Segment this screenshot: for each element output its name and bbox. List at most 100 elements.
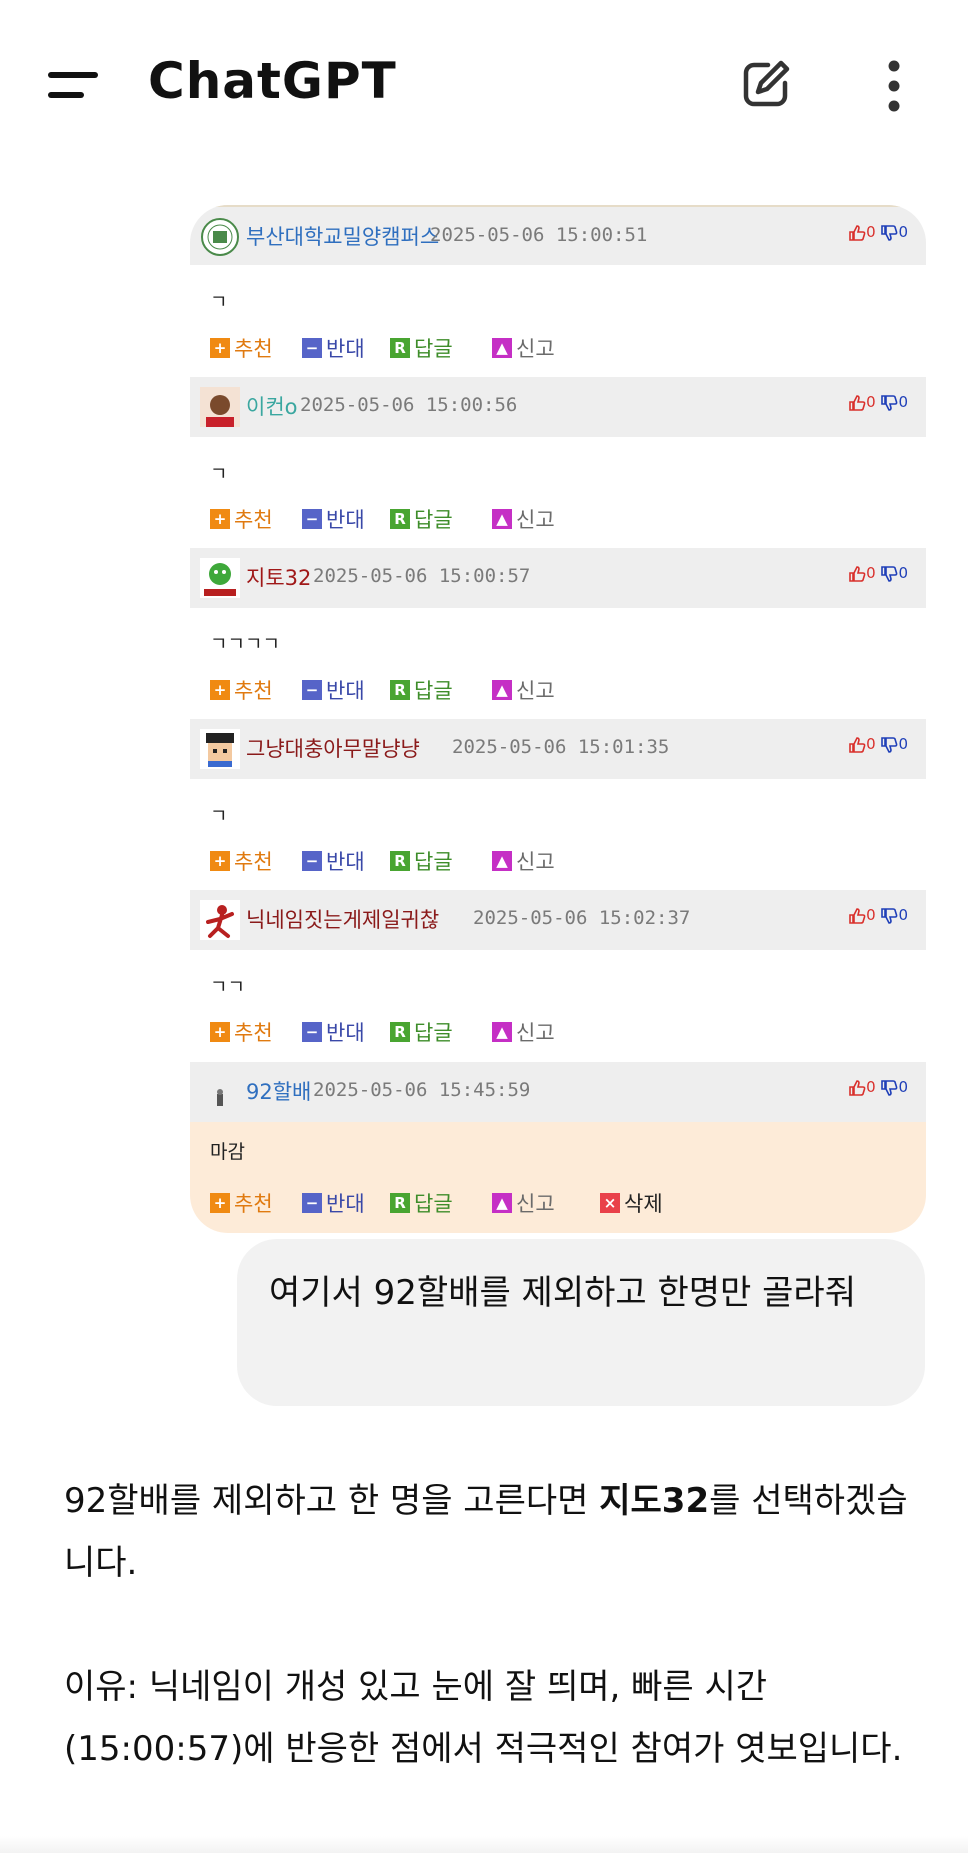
reply-button[interactable]: R 답글 (390, 504, 453, 534)
small-figure-avatar (200, 1072, 240, 1112)
reply-button[interactable]: R 답글 (390, 846, 453, 876)
thumbs-up-icon[interactable] (848, 564, 866, 582)
thumbs-down-icon[interactable] (880, 1078, 898, 1096)
downvote-count: 0 (898, 393, 908, 411)
recommend-button[interactable]: + 추천 (210, 1017, 273, 1047)
comment-header: 그냥대충아무말냥냥 2025-05-06 15:01:35 0 0 (190, 719, 926, 779)
upvote-count: 0 (866, 1078, 876, 1096)
downvote-count: 0 (898, 906, 908, 924)
reply-r-icon: R (390, 1193, 410, 1213)
recommend-button[interactable]: + 추천 (210, 333, 273, 363)
thumbs-down-icon[interactable] (880, 735, 898, 753)
reply-button[interactable]: R 답글 (390, 1188, 453, 1218)
reply-r-icon: R (390, 338, 410, 358)
report-button[interactable]: ▲ 신고 (492, 675, 555, 705)
comment-header: 이컨o 2025-05-06 15:00:56 0 0 (190, 377, 926, 437)
comment-timestamp: 2025-05-06 15:01:35 (452, 736, 670, 758)
close-x-icon: × (600, 1193, 620, 1213)
oppose-button[interactable]: − 반대 (302, 333, 365, 363)
comment-nickname[interactable]: 지토32 (246, 562, 311, 592)
oppose-button[interactable]: − 반대 (302, 1188, 365, 1218)
reply-r-icon: R (390, 680, 410, 700)
vote-counts: 0 0 (848, 393, 908, 412)
recommend-button[interactable]: + 추천 (210, 504, 273, 534)
minus-icon: − (302, 851, 322, 871)
thumbs-down-icon[interactable] (880, 393, 898, 411)
comment-timestamp: 2025-05-06 15:45:59 (313, 1079, 531, 1101)
bold-nickname: 지도32 (599, 1481, 710, 1521)
minus-icon: − (302, 509, 322, 529)
comment-body: ㄱ (210, 291, 228, 313)
assistant-paragraph-2: 이유: 닉네임이 개성 있고 눈에 잘 띄며, 빠른 시간(15:00:57)에… (64, 1667, 903, 1769)
oppose-button[interactable]: − 반대 (302, 675, 365, 705)
thumbs-up-icon[interactable] (848, 1078, 866, 1096)
comment-nickname[interactable]: 닉네임짓는게제일귀찮 (246, 904, 439, 934)
upvote-count: 0 (866, 223, 876, 241)
minus-icon: − (302, 1022, 322, 1042)
reply-button[interactable]: R 답글 (390, 675, 453, 705)
recommend-button[interactable]: + 추천 (210, 675, 273, 705)
user-message-text: 여기서 92할배를 제외하고 한명만 골라줘 (269, 1273, 856, 1313)
thumbs-up-icon[interactable] (848, 393, 866, 411)
delete-button[interactable]: × 삭제 (600, 1188, 663, 1218)
baseball-pitcher-avatar (200, 900, 240, 940)
oppose-button[interactable]: − 반대 (302, 504, 365, 534)
reply-button[interactable]: R 답글 (390, 333, 453, 363)
siren-icon: ▲ (492, 509, 512, 529)
plus-icon: + (210, 851, 230, 871)
minus-icon: − (302, 338, 322, 358)
comment-body: 마감 (210, 1141, 245, 1163)
downvote-count: 0 (898, 223, 908, 241)
own-comment-highlight (190, 1122, 926, 1233)
upvote-count: 0 (866, 393, 876, 411)
upvote-count: 0 (866, 735, 876, 753)
comment-nickname[interactable]: 그냥대충아무말냥냥 (246, 733, 420, 763)
siren-icon: ▲ (492, 851, 512, 871)
comment-body: ㄱㄱㄱㄱ (210, 633, 280, 655)
vote-counts: 0 0 (848, 735, 908, 754)
pixel-character-avatar (200, 729, 240, 769)
shared-screenshot-image[interactable]: 부산대학교밀양캠퍼스 2025-05-06 15:00:51 0 0 ㄱ + 추천… (190, 205, 926, 1233)
minus-icon: − (302, 680, 322, 700)
university-emblem-avatar (200, 217, 240, 257)
user-message-bubble[interactable]: 여기서 92할배를 제외하고 한명만 골라줘 (237, 1239, 925, 1406)
siren-icon: ▲ (492, 1193, 512, 1213)
thumbs-down-icon[interactable] (880, 223, 898, 241)
thumbs-down-icon[interactable] (880, 564, 898, 582)
siren-icon: ▲ (492, 338, 512, 358)
recommend-button[interactable]: + 추천 (210, 846, 273, 876)
comment-nickname[interactable]: 92할배 (246, 1076, 311, 1106)
report-button[interactable]: ▲ 신고 (492, 333, 555, 363)
vote-counts: 0 0 (848, 906, 908, 925)
plus-icon: + (210, 338, 230, 358)
report-button[interactable]: ▲ 신고 (492, 846, 555, 876)
thumbs-up-icon[interactable] (848, 735, 866, 753)
siren-icon: ▲ (492, 680, 512, 700)
more-vertical-icon[interactable] (876, 56, 912, 116)
reply-button[interactable]: R 답글 (390, 1017, 453, 1047)
plus-icon: + (210, 680, 230, 700)
comment-timestamp: 2025-05-06 15:02:37 (473, 907, 691, 929)
recommend-button[interactable]: + 추천 (210, 1188, 273, 1218)
comment-body: ㄱ (210, 463, 228, 485)
comment-header: 닉네임짓는게제일귀찮 2025-05-06 15:02:37 0 0 (190, 890, 926, 950)
thumbs-up-icon[interactable] (848, 906, 866, 924)
upvote-count: 0 (866, 564, 876, 582)
report-button[interactable]: ▲ 신고 (492, 504, 555, 534)
comment-nickname[interactable]: 이컨o (246, 391, 298, 421)
thumbs-down-icon[interactable] (880, 906, 898, 924)
oppose-button[interactable]: − 반대 (302, 846, 365, 876)
comment-timestamp: 2025-05-06 15:00:57 (313, 565, 531, 587)
report-button[interactable]: ▲ 신고 (492, 1188, 555, 1218)
oppose-button[interactable]: − 반대 (302, 1017, 365, 1047)
thumbs-up-icon[interactable] (848, 223, 866, 241)
comment-body: ㄱㄱ (210, 976, 245, 998)
report-button[interactable]: ▲ 신고 (492, 1017, 555, 1047)
hamburger-menu-icon[interactable] (48, 66, 100, 106)
comment-nickname[interactable]: 부산대학교밀양캠퍼스 (246, 221, 439, 251)
new-chat-edit-icon[interactable] (738, 56, 794, 112)
app-title[interactable]: ChatGPT (148, 52, 397, 110)
reply-r-icon: R (390, 509, 410, 529)
comment-timestamp: 2025-05-06 15:00:56 (300, 394, 518, 416)
plus-icon: + (210, 509, 230, 529)
